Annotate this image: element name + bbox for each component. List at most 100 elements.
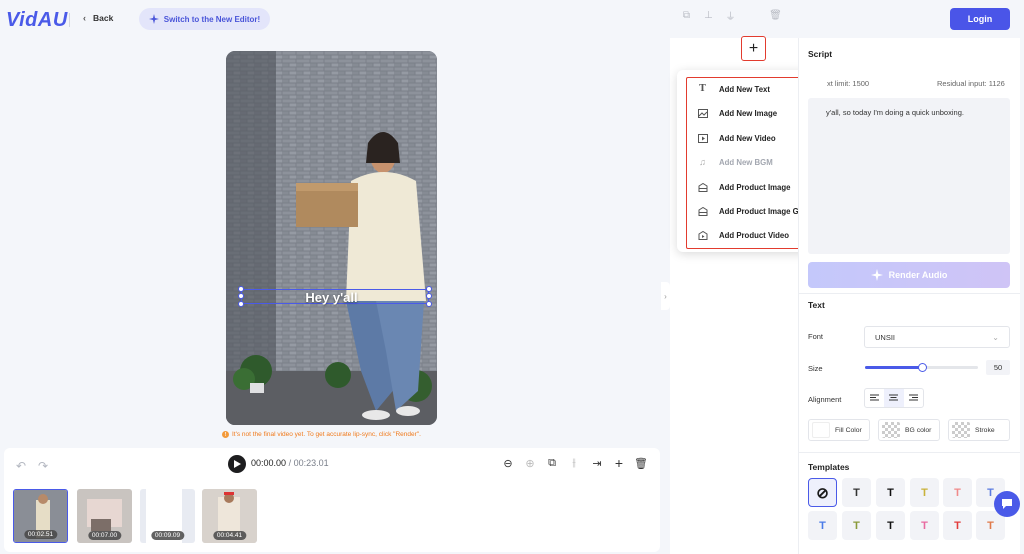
font-label: Font bbox=[808, 332, 824, 341]
template-tile[interactable]: T bbox=[876, 478, 905, 507]
stroke-button[interactable]: Stroke bbox=[948, 419, 1010, 441]
template-tile[interactable]: T bbox=[842, 511, 871, 540]
font-value: UNSII bbox=[875, 332, 896, 342]
sparkle-icon bbox=[870, 269, 883, 281]
trim-icon[interactable]: ⇥ bbox=[590, 456, 604, 470]
template-tile[interactable]: T bbox=[808, 511, 837, 540]
add-clip-icon[interactable]: + bbox=[612, 455, 626, 471]
product-group-icon bbox=[697, 206, 708, 217]
timeline-clip[interactable]: 00:04.41 bbox=[202, 489, 257, 543]
redo-icon[interactable]: ↷ bbox=[38, 459, 48, 473]
switch-editor-label: Switch to the New Editor! bbox=[163, 14, 261, 24]
menu-item-label: Add New Text bbox=[719, 84, 770, 94]
menu-item-add-product-video[interactable]: Add Product Video bbox=[697, 228, 789, 242]
script-content: y'all, so today I'm doing a quick unboxi… bbox=[826, 108, 964, 117]
template-tile[interactable]: T bbox=[943, 478, 972, 507]
size-label: Size bbox=[808, 364, 823, 373]
size-slider[interactable] bbox=[865, 363, 978, 372]
total-time: / 00:23.01 bbox=[288, 458, 329, 468]
timeline-clip[interactable]: 00:09.09 bbox=[140, 489, 195, 543]
vidau-logo[interactable]: VidAU bbox=[6, 9, 68, 32]
timeline-panel: ↶ ↷ 00:00.00 / 00:23.01 ⊖ ⊕ ⧉ ⫲ ⇥ + 🗑 00… bbox=[4, 448, 660, 552]
duplicate-icon[interactable]: ⧉ bbox=[680, 9, 693, 22]
zoom-out-icon[interactable]: ⊖ bbox=[501, 456, 515, 470]
login-button[interactable]: Login bbox=[950, 8, 1010, 30]
align-center-icon[interactable] bbox=[884, 389, 904, 407]
product-image-icon bbox=[697, 182, 708, 193]
chevron-down-icon: ⌄ bbox=[992, 333, 999, 342]
timeline-clip[interactable]: 00:02.51 bbox=[13, 489, 68, 543]
time-display: 00:00.00 / 00:23.01 bbox=[251, 458, 329, 468]
play-icon bbox=[233, 460, 241, 468]
delete-icon[interactable]: 🗑 bbox=[634, 456, 648, 470]
trash-icon[interactable]: 🗑 bbox=[769, 9, 782, 22]
info-icon: ! bbox=[222, 431, 229, 438]
video-caption[interactable]: Hey y'all bbox=[226, 290, 437, 305]
clip-duration: 00:07.00 bbox=[87, 531, 122, 540]
chat-support-button[interactable] bbox=[994, 491, 1020, 517]
split-icon[interactable]: ⫲ bbox=[567, 456, 581, 470]
residual-input: Residual input: 1126 bbox=[937, 79, 1005, 88]
size-slider-knob[interactable] bbox=[917, 363, 927, 372]
bg-color-button[interactable]: BG color bbox=[878, 419, 940, 441]
menu-item-add-product-image[interactable]: Add Product Image bbox=[697, 180, 790, 194]
filter-icon[interactable]: ⏚ bbox=[724, 9, 737, 23]
render-audio-button[interactable]: Render Audio bbox=[808, 262, 1010, 288]
copy-icon[interactable]: ⧉ bbox=[545, 456, 559, 470]
align-left-icon[interactable] bbox=[865, 389, 884, 407]
font-select[interactable]: UNSII ⌄ bbox=[864, 326, 1010, 348]
zoom-in-icon[interactable]: ⊕ bbox=[523, 456, 537, 470]
template-tile[interactable]: T bbox=[910, 511, 939, 540]
menu-item-add-image[interactable]: Add New Image bbox=[697, 106, 777, 120]
menu-item-add-text[interactable]: T Add New Text bbox=[697, 82, 770, 96]
menu-item-label: Add New BGM bbox=[719, 157, 773, 167]
template-tile[interactable]: T bbox=[842, 478, 871, 507]
stroke-swatch bbox=[952, 422, 970, 438]
menu-item-label: Add Product Video bbox=[719, 230, 790, 240]
bg-color-label: BG color bbox=[905, 426, 932, 434]
render-audio-label: Render Audio bbox=[888, 270, 948, 280]
menu-item-add-bgm[interactable]: ♫ Add New BGM bbox=[697, 155, 773, 169]
play-button[interactable] bbox=[228, 455, 246, 473]
align-bottom-icon[interactable]: ⊥ bbox=[702, 9, 715, 22]
fill-color-swatch bbox=[812, 422, 830, 438]
template-tile[interactable]: T bbox=[876, 511, 905, 540]
chat-icon bbox=[1002, 499, 1012, 509]
back-button[interactable]: ‹ Back bbox=[83, 13, 113, 23]
script-title: Script bbox=[808, 49, 833, 59]
render-notice: ! It's not the final video yet. To get a… bbox=[222, 431, 421, 438]
music-icon: ♫ bbox=[699, 157, 706, 167]
video-preview[interactable]: Hey y'all bbox=[226, 51, 437, 425]
template-none[interactable]: ⊘ bbox=[808, 478, 837, 507]
script-textarea[interactable] bbox=[808, 98, 1010, 254]
clip-duration: 00:09.09 bbox=[150, 531, 185, 540]
fill-color-button[interactable]: Fill Color bbox=[808, 419, 870, 441]
image-icon bbox=[697, 108, 708, 119]
menu-item-label: Add New Video bbox=[719, 133, 776, 143]
current-time: 00:00.00 bbox=[251, 458, 287, 468]
clip-duration: 00:02.51 bbox=[23, 530, 58, 539]
section-divider bbox=[798, 293, 1020, 294]
timeline-clip[interactable]: 00:07.00 bbox=[77, 489, 132, 543]
size-value-input[interactable]: 50 bbox=[986, 360, 1010, 375]
text-icon: T bbox=[699, 84, 706, 94]
templates-title: Templates bbox=[808, 462, 850, 472]
product-video-icon bbox=[697, 230, 708, 241]
template-tile[interactable]: T bbox=[910, 478, 939, 507]
add-element-button[interactable]: + bbox=[741, 36, 766, 61]
header-divider bbox=[69, 13, 70, 27]
bg-color-swatch bbox=[882, 422, 900, 438]
text-section-title: Text bbox=[808, 300, 825, 310]
fill-color-label: Fill Color bbox=[835, 426, 862, 434]
switch-editor-button[interactable]: Switch to the New Editor! bbox=[139, 8, 270, 30]
undo-icon[interactable]: ↶ bbox=[16, 459, 26, 473]
collapse-panel-handle[interactable]: › bbox=[661, 282, 670, 310]
template-tile[interactable]: T bbox=[943, 511, 972, 540]
alignment-group bbox=[864, 388, 924, 408]
sparkle-icon bbox=[148, 14, 159, 24]
menu-item-add-video[interactable]: Add New Video bbox=[697, 131, 776, 145]
align-right-icon[interactable] bbox=[904, 389, 923, 407]
top-bar: VidAU ‹ Back Switch to the New Editor! L… bbox=[0, 0, 1024, 38]
clip-duration: 00:04.41 bbox=[212, 531, 247, 540]
size-slider-fill bbox=[865, 366, 922, 369]
